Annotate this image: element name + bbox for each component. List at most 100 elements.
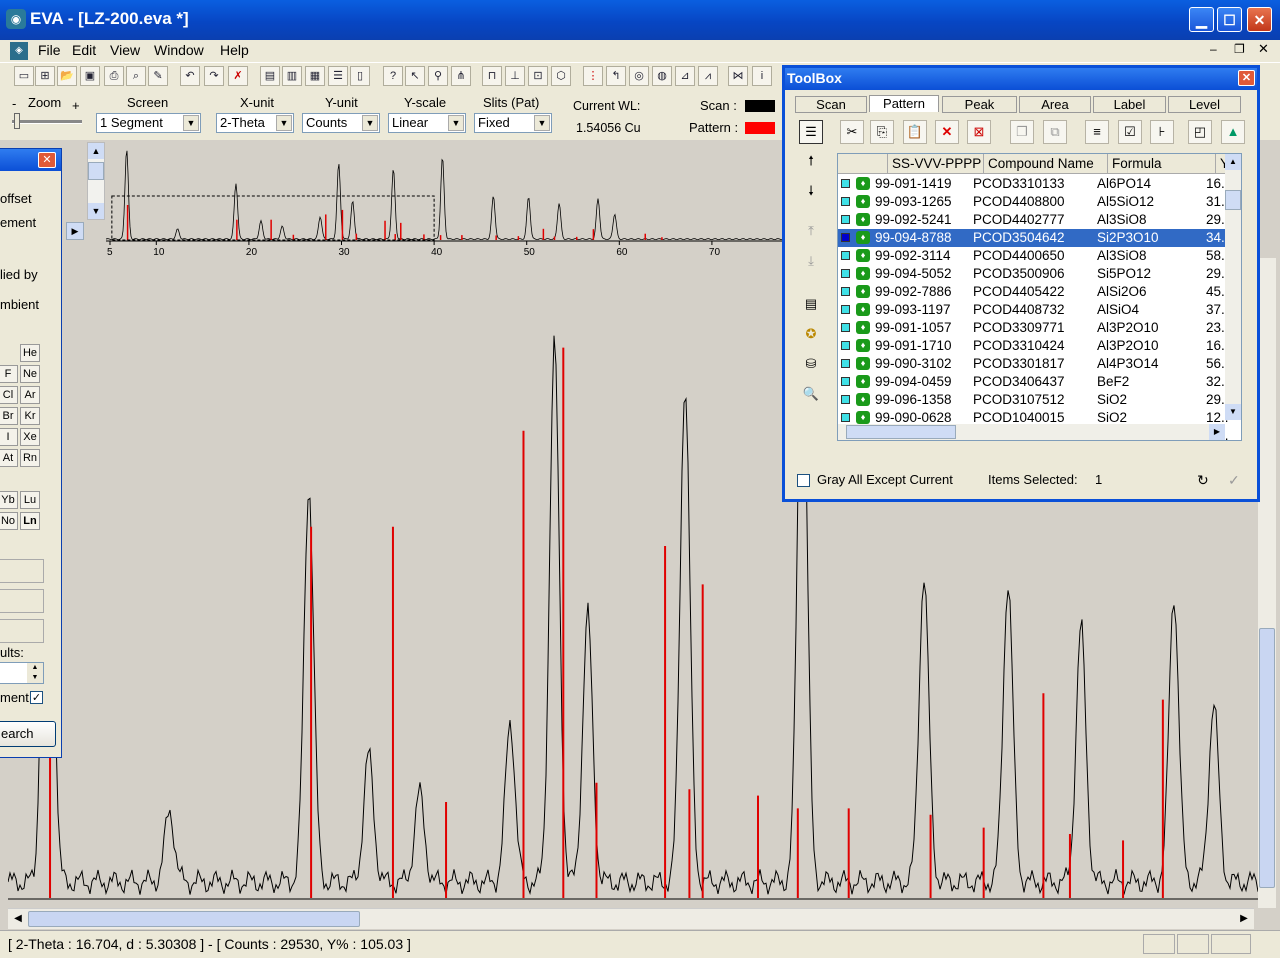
toolbox-close-button[interactable]: ✕ [1238,70,1255,86]
panel-field-1[interactable] [0,559,44,583]
menu-edit[interactable]: Edit [72,42,96,58]
close-button[interactable]: ✕ [1247,7,1272,32]
chevron-down-icon[interactable]: ▼ [362,115,378,131]
scroll-up-icon[interactable]: ▲ [88,143,104,159]
overview-vscroll[interactable]: ▲ ▼ [87,142,105,220]
refresh-icon[interactable]: ↻ [1197,472,1209,489]
edit-page-icon[interactable]: ✎ [148,66,168,86]
slits-select[interactable]: Fixed ▼ [474,113,552,133]
xunit-select[interactable]: 2-Theta ▼ [216,113,294,133]
list-item[interactable]: ♦ 99-094-5052 PCOD3500906 Si5PO12 29.. [838,265,1229,283]
color-swatch[interactable] [841,413,850,422]
element-yb[interactable]: Yb [0,491,18,509]
layout-3-icon[interactable]: ▦ [305,66,325,86]
pattern-color-swatch[interactable] [745,122,775,134]
zoom-search-icon[interactable]: 🔍 [799,383,823,407]
menu-help[interactable]: Help [220,42,249,58]
properties-icon[interactable]: ▤ [799,293,823,317]
mdi-restore-button[interactable]: ❐ [1234,42,1245,56]
clear-icon[interactable]: ⊠ [967,120,991,144]
print-icon[interactable]: ⎙ [104,66,124,86]
col-header-formula[interactable]: Formula [1108,154,1216,174]
chevron-down-icon[interactable]: ▼ [534,115,550,131]
screen-select[interactable]: 1 Segment ▼ [96,113,201,133]
tab-pattern[interactable]: Pattern [869,95,939,112]
scan-color-swatch[interactable] [745,100,775,112]
element-br[interactable]: Br [0,407,18,425]
element-he[interactable]: He [20,344,40,362]
list-item[interactable]: ♦ 99-094-8788 PCOD3504642 Si2P3O10 34.. [838,229,1229,247]
element-no[interactable]: No [0,512,18,530]
menu-view[interactable]: View [110,42,140,58]
color-swatch[interactable] [841,323,850,332]
search-button[interactable]: earch [0,721,56,747]
scroll-thumb[interactable] [1259,628,1275,888]
pattern-list[interactable]: SS-VVV-PPPP Compound Name Formula Y ♦99-… [837,153,1242,441]
minimize-button[interactable]: ▁ [1189,7,1214,32]
paste-icon[interactable]: 📋 [903,120,927,144]
color-swatch[interactable] [841,359,850,368]
color-icon[interactable]: ✪ [799,323,823,347]
list-item[interactable]: ♦ 99-091-1057 PCOD3309771 Al3P2O10 23.. [838,319,1229,337]
print-preview-icon[interactable]: ⌕ [126,66,146,86]
tab-area[interactable]: Area [1019,96,1091,113]
doc-icon[interactable]: ◈ [10,42,28,60]
main-vscroll[interactable] [1258,258,1276,908]
element-f[interactable]: F [0,365,18,383]
mdi-minimize-button[interactable]: – [1210,42,1217,56]
apply-check-icon[interactable]: ✓ [1228,472,1240,489]
element-ar[interactable]: Ar [20,386,40,404]
color-swatch[interactable] [841,197,850,206]
checklist-icon[interactable]: ☑ [1118,120,1142,144]
list-view-icon[interactable]: ☰ [799,120,823,144]
element-ne[interactable]: Ne [20,365,40,383]
copy-icon[interactable]: ⎘ [870,120,894,144]
delete-icon[interactable]: ✕ [935,120,959,144]
list-item[interactable]: ♦ 99-091-1710 PCOD3310424 Al3P2O10 16.. [838,337,1229,355]
element-lu[interactable]: Lu [20,491,40,509]
undo-icon[interactable]: ↶ [180,66,200,86]
search-match-icon[interactable]: ⚲ [428,66,448,86]
chart-icon[interactable]: ◰ [1188,120,1212,144]
scroll-right-icon[interactable]: ▶ [1236,911,1252,927]
col-header-name[interactable]: Compound Name [984,154,1108,174]
delete-tool-icon[interactable]: ✗ [228,66,248,86]
color-swatch[interactable] [841,287,850,296]
maximize-button[interactable]: ☐ [1217,7,1242,32]
menu-window[interactable]: Window [154,42,204,58]
bars-icon[interactable]: ⊦ [1150,120,1174,144]
save-icon[interactable]: ▣ [80,66,100,86]
color-swatch[interactable] [841,179,850,188]
tool-b-icon[interactable]: ⊥ [505,66,525,86]
results-spinner[interactable]: ▲ ▼ [0,662,44,684]
move-up-icon[interactable]: 🠕 [799,150,823,174]
move-top-icon[interactable]: ⤒ [799,220,823,244]
color-swatch[interactable] [841,269,850,278]
spinner-up-icon[interactable]: ▲ [27,663,43,673]
cut-icon[interactable]: ✂ [840,120,864,144]
overview-scroll-right-icon[interactable]: ▶ [66,222,84,240]
import-icon[interactable]: ⊞ [35,66,55,86]
overview-plot[interactable]: 5 10 20 30 40 50 60 70 [106,140,782,258]
scroll-left-icon[interactable]: ◀ [10,911,26,927]
color-swatch[interactable] [841,251,850,260]
spinner-down-icon[interactable]: ▼ [27,673,43,683]
yscale-select[interactable]: Linear ▼ [388,113,466,133]
scroll-thumb[interactable] [1225,190,1241,210]
tool-g-icon[interactable]: ◎ [629,66,649,86]
grid-hscroll[interactable]: ▶ [838,424,1225,440]
chevron-down-icon[interactable]: ▼ [276,115,292,131]
panel-close-button[interactable]: ✕ [38,152,56,168]
main-hscroll[interactable]: ◀ ▶ [8,908,1254,929]
scroll-down-icon[interactable]: ▼ [88,203,104,219]
color-swatch[interactable] [841,377,850,386]
layout-4-icon[interactable]: ☰ [328,66,348,86]
panel-field-2[interactable] [0,589,44,613]
tool-c-icon[interactable]: ⊡ [528,66,548,86]
list-item[interactable]: ♦ 99-090-3102 PCOD3301817 Al4P3O14 56.. [838,355,1229,373]
scroll-thumb[interactable] [88,162,104,180]
list-item[interactable]: ♦ 99-093-1197 PCOD4408732 AlSiO4 37.. [838,301,1229,319]
open-folder-icon[interactable]: 📂 [57,66,77,86]
layout-2-icon[interactable]: ▥ [282,66,302,86]
element-kr[interactable]: Kr [20,407,40,425]
